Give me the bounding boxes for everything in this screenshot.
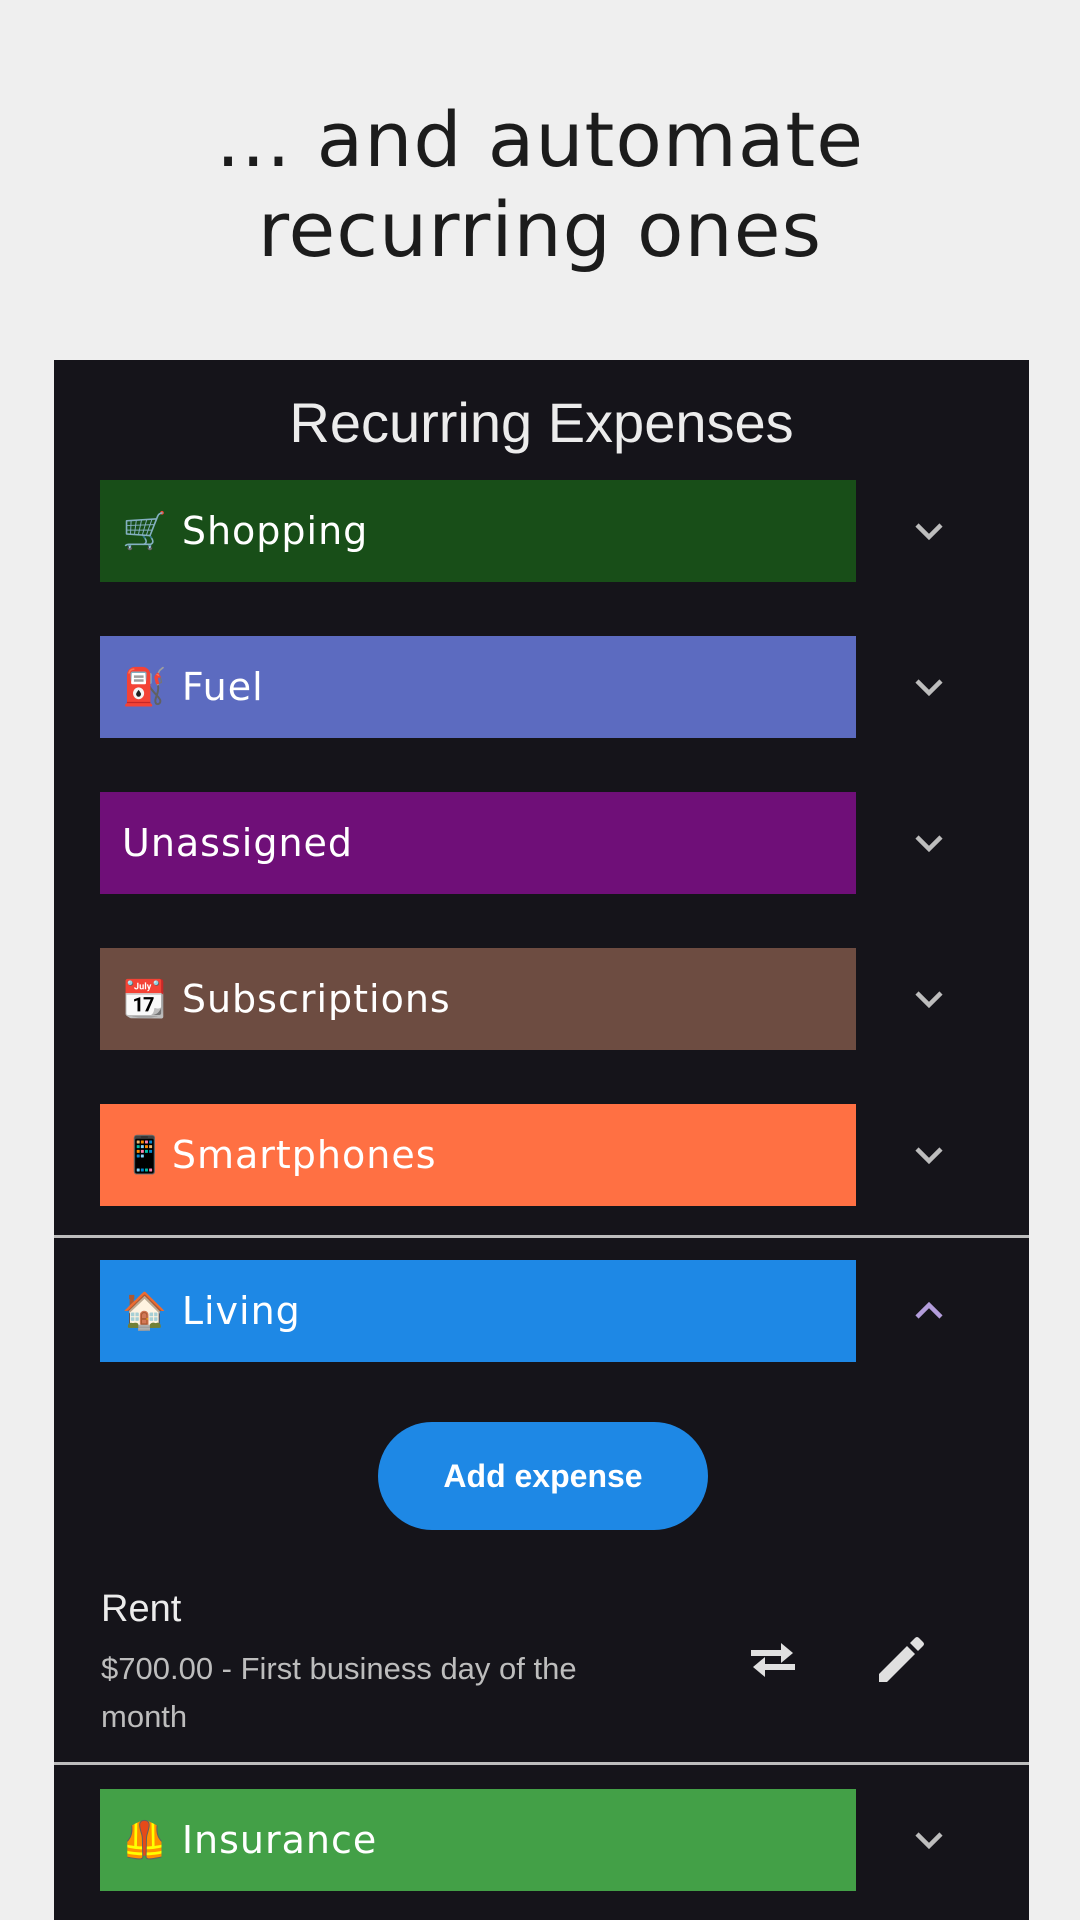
- chevron-down-icon[interactable]: [909, 1820, 949, 1860]
- category-label: Smartphones: [171, 1133, 437, 1177]
- category-bar-insurance[interactable]: 🦺 Insurance: [100, 1789, 856, 1891]
- category-bar-living[interactable]: 🏠 Living: [100, 1260, 856, 1362]
- expense-item-subtitle: $700.00 - First business day of the mont…: [101, 1651, 577, 1734]
- chevron-down-icon[interactable]: [909, 511, 949, 551]
- swap-arrows-icon[interactable]: [741, 1628, 805, 1692]
- category-label: Unassigned: [122, 821, 354, 865]
- chevron-down-icon[interactable]: [909, 1135, 949, 1175]
- safety-vest-icon: 🦺: [122, 1820, 168, 1861]
- chevron-up-icon[interactable]: [909, 1291, 949, 1331]
- category-label: Fuel: [181, 665, 264, 709]
- category-bar-smartphones[interactable]: 📱 Smartphones: [100, 1104, 856, 1206]
- category-label: Living: [181, 1289, 301, 1333]
- page-title: Recurring Expenses: [289, 391, 794, 454]
- category-bar-subscriptions[interactable]: 📆 Subscriptions: [100, 948, 856, 1050]
- house-icon: 🏠: [122, 1291, 168, 1332]
- headline-line-2: recurring ones: [257, 185, 823, 274]
- expense-item-title: Rent: [101, 1588, 182, 1630]
- chevron-down-icon[interactable]: [909, 823, 949, 863]
- app-screen: Recurring Expenses 🛒 Shopping ⛽ Fuel Una…: [54, 360, 1029, 1920]
- fuel-pump-icon: ⛽: [122, 667, 168, 708]
- headline: ... and automate recurring ones: [0, 95, 1080, 275]
- smartphone-icon: 📱: [122, 1135, 168, 1176]
- category-bar-unassigned[interactable]: Unassigned: [100, 792, 856, 894]
- category-bar-fuel[interactable]: ⛽ Fuel: [100, 636, 856, 738]
- headline-line-1: ... and automate: [216, 95, 864, 184]
- category-bar-shopping[interactable]: 🛒 Shopping: [100, 480, 856, 582]
- category-label: Insurance: [181, 1818, 378, 1862]
- category-row-subscriptions: 📆 Subscriptions: [54, 948, 1029, 1050]
- calendar-icon: 📆: [122, 979, 168, 1020]
- chevron-down-icon[interactable]: [909, 979, 949, 1019]
- divider: [54, 1762, 1029, 1765]
- add-expense-button[interactable]: Add expense: [378, 1422, 708, 1530]
- chevron-down-icon[interactable]: [909, 667, 949, 707]
- category-label: Shopping: [181, 509, 369, 553]
- category-row-fuel: ⛽ Fuel: [54, 636, 1029, 738]
- shopping-cart-icon: 🛒: [122, 511, 168, 552]
- category-label: Subscriptions: [181, 977, 451, 1021]
- pencil-icon[interactable]: [869, 1628, 933, 1692]
- category-row-unassigned: Unassigned: [54, 792, 1029, 894]
- category-row-insurance: 🦺 Insurance: [54, 1789, 1029, 1891]
- category-row-living: 🏠 Living: [54, 1260, 1029, 1362]
- divider: [54, 1235, 1029, 1238]
- category-row-smartphones: 📱 Smartphones: [54, 1104, 1029, 1206]
- category-row-shopping: 🛒 Shopping: [54, 480, 1029, 582]
